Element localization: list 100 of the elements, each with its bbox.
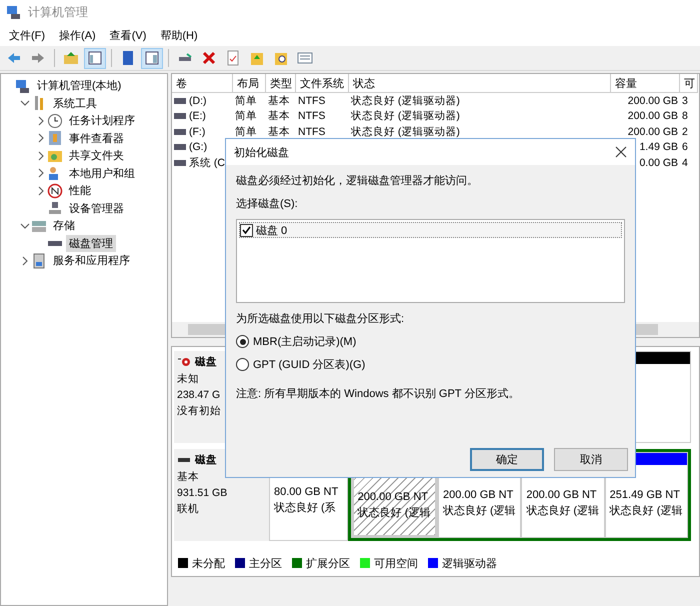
radio-button[interactable] (236, 335, 249, 348)
table-cell: 200.00 GB (628, 110, 678, 122)
disk-name: 磁盘 (195, 453, 217, 467)
partition-size: 200.00 GB NT (442, 488, 514, 503)
close-icon[interactable] (615, 146, 627, 158)
table-cell: 200.00 GB (628, 126, 678, 138)
tree-item[interactable]: 共享文件夹 (66, 147, 127, 164)
disk-size: 238.47 G (177, 389, 220, 401)
document-check-icon (225, 50, 241, 66)
drive-icon (174, 160, 186, 166)
partition-size: 200.00 GB NT (356, 490, 429, 505)
table-cell: (E:) (189, 110, 206, 122)
drive-icon (174, 98, 186, 104)
disk-warning-icon (177, 357, 191, 367)
table-cell: 8 (682, 110, 688, 122)
dialog-button[interactable]: 取消 (554, 448, 628, 471)
tree-item[interactable]: 事件查看器 (66, 130, 127, 147)
table-cell: 简单 (235, 124, 257, 139)
tree-item[interactable]: 系统工具 (50, 94, 100, 112)
legend-label: 逻辑驱动器 (442, 556, 497, 570)
window-title: 计算机管理 (28, 4, 88, 20)
table-cell: 简单 (235, 109, 257, 124)
tree-item[interactable]: 磁盘管理 (66, 234, 116, 252)
event-log-icon (47, 130, 63, 146)
forward-arrow-icon (30, 50, 46, 66)
table-cell: 基本 (268, 94, 290, 108)
folder-search-icon (273, 50, 289, 66)
panel-icon (144, 50, 160, 66)
table-cell: 0.00 GB (639, 156, 678, 169)
partition-size: 200.00 GB NT (525, 488, 598, 503)
radio-label[interactable]: MBR(主启动记录)(M) (253, 334, 356, 349)
disk-type: 未知 (177, 372, 199, 386)
tree-item[interactable]: 存储 (50, 217, 78, 234)
dialog-button[interactable]: 确定 (470, 448, 544, 471)
menu-item[interactable]: 操作(A) (54, 26, 101, 44)
tree-item[interactable]: 设备管理器 (66, 200, 127, 217)
column-header[interactable]: 布局 (233, 74, 266, 93)
delete-icon (201, 50, 217, 66)
table-cell: 4 (682, 156, 688, 169)
services-icon (31, 252, 47, 269)
toolbar-button[interactable] (84, 48, 106, 68)
partition-size: 251.49 GB NT (608, 488, 681, 503)
device-icon (47, 200, 63, 216)
disk-list-item[interactable]: 磁盘 0 (256, 222, 288, 238)
disk-checkbox[interactable] (240, 224, 253, 236)
partition-status: 状态良好 (系 (273, 500, 337, 516)
tree-item[interactable]: 本地用户和组 (66, 164, 138, 182)
back-arrow-icon (6, 50, 22, 66)
disk-type: 基本 (177, 470, 199, 484)
column-header[interactable]: 容量 (611, 74, 680, 93)
column-header[interactable]: 状态 (349, 74, 611, 93)
performance-icon (47, 182, 63, 199)
menu-item[interactable]: 帮助(H) (155, 26, 203, 44)
radio-button[interactable] (236, 358, 249, 371)
disk-size: 931.51 GB (177, 487, 228, 499)
toolbar-button[interactable] (141, 48, 163, 68)
tree-item[interactable]: 性能 (66, 182, 94, 200)
legend-label: 可用空间 (374, 556, 418, 570)
computer-icon (15, 78, 31, 94)
column-header[interactable]: 卷 (172, 74, 233, 93)
partition-style-label: 为所选磁盘使用以下磁盘分区形式: (236, 312, 406, 326)
help-book-icon (120, 50, 136, 66)
table-cell: 系统 (C (189, 156, 225, 170)
tree-pane-icon (87, 50, 103, 66)
drive-icon (174, 113, 186, 120)
computer-icon (6, 4, 22, 20)
menu-item[interactable]: 查看(V) (104, 26, 152, 44)
partition-status: 状态良好 (逻辑 (608, 504, 684, 519)
column-header[interactable]: 文件系统 (296, 74, 349, 93)
tree-item[interactable]: 服务和应用程序 (50, 252, 133, 270)
column-header[interactable]: 类型 (266, 74, 296, 93)
table-cell: NTFS (298, 94, 326, 107)
dialog-title: 初始化磁盘 (234, 146, 289, 160)
clock-icon (47, 112, 63, 129)
drive-icon (174, 144, 186, 150)
dialog-message: 磁盘必须经过初始化，逻辑磁盘管理器才能访问。 (236, 174, 479, 188)
legend-label: 扩展分区 (306, 556, 350, 570)
tree-item[interactable]: 任务计划程序 (66, 112, 138, 130)
partition-size: 80.00 GB NT (273, 485, 340, 500)
table-cell: 状态良好 (逻辑驱动器) (351, 109, 460, 124)
table-cell: (F:) (189, 126, 206, 138)
table-cell: 200.00 GB (628, 94, 678, 107)
table-cell: 状态良好 (逻辑驱动器) (351, 124, 460, 139)
legend-label: 未分配 (192, 556, 225, 570)
column-header[interactable]: 可 (680, 74, 698, 93)
folder-up-icon (63, 50, 79, 66)
radio-label[interactable]: GPT (GUID 分区表)(G) (253, 357, 366, 372)
table-cell: 简单 (235, 94, 257, 108)
menu-item[interactable]: 文件(F) (4, 26, 50, 44)
table-cell: NTFS (298, 110, 326, 122)
table-cell: 2 (682, 126, 688, 138)
table-cell: 状态良好 (逻辑驱动器) (351, 94, 460, 108)
table-cell: 基本 (268, 124, 290, 139)
legend-label: 主分区 (249, 556, 282, 570)
table-cell: 6 (682, 141, 688, 154)
table-cell: 3 (682, 94, 688, 107)
select-disk-label: 选择磁盘(S): (236, 197, 299, 211)
dialog-note: 注意: 所有早期版本的 Windows 都不识别 GPT 分区形式。 (236, 386, 520, 401)
partition-status: 状态良好 (逻辑 (356, 506, 432, 521)
tree-item[interactable]: 计算机管理(本地) (34, 77, 124, 94)
